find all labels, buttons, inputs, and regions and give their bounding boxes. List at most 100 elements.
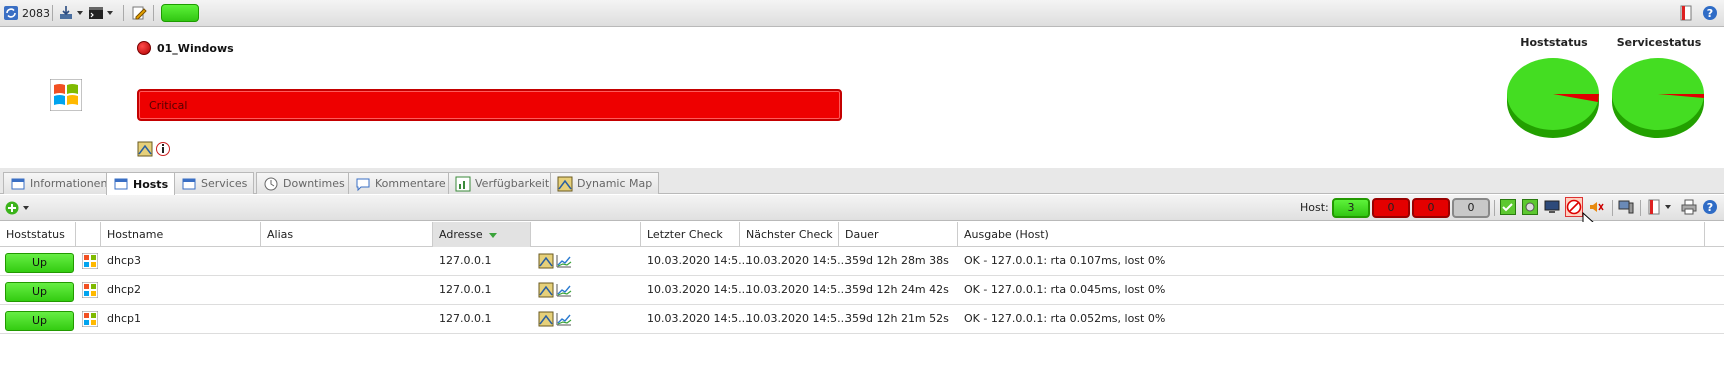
critical-status-dot: [137, 41, 151, 55]
help-button[interactable]: ?: [1702, 4, 1718, 22]
duration-cell: 359d 12h 21m 52s: [845, 312, 949, 325]
tab-services[interactable]: Services: [174, 172, 255, 194]
last-check-cell: 10.03.2020 14:5...: [647, 254, 749, 267]
hostgroup-header: 01_Windows Critical Hoststatus Servicest…: [0, 28, 1724, 168]
col-actions[interactable]: [531, 222, 641, 247]
hostname-cell[interactable]: dhcp2: [107, 283, 141, 296]
host-count-unreachable[interactable]: 0: [1412, 198, 1450, 218]
tab-label: Verfügbarkeit: [475, 177, 550, 190]
windows-logo-icon: [82, 253, 98, 269]
servicestatus-pie: Servicestatus: [1610, 36, 1708, 147]
schedule-check-button[interactable]: [1522, 198, 1538, 216]
table-row[interactable]: Up dhcp3 127.0.0.1 10.03.2020 14:5... 10…: [0, 247, 1724, 276]
table-row[interactable]: Up dhcp1 127.0.0.1 10.03.2020 14:5... 10…: [0, 305, 1724, 334]
last-check-cell: 10.03.2020 14:5...: [647, 283, 749, 296]
col-ausgabe[interactable]: Ausgabe (Host): [958, 222, 1705, 247]
host-count-pending[interactable]: 0: [1452, 198, 1490, 218]
add-icon: [5, 201, 19, 215]
host-status-up-button[interactable]: Up: [5, 253, 74, 273]
tab-label: Dynamic Map: [577, 177, 653, 190]
output-cell: OK - 127.0.0.1: rta 0.045ms, lost 0%: [964, 283, 1166, 296]
col-dauer[interactable]: Dauer: [839, 222, 958, 247]
col-hostname[interactable]: Hostname: [101, 222, 261, 247]
table-icon: [182, 178, 196, 189]
graph-icon[interactable]: [556, 282, 572, 298]
tab-dynamic-map[interactable]: Dynamic Map: [550, 172, 660, 194]
bookmark-icon: [1680, 5, 1692, 21]
graph-icon[interactable]: [556, 253, 572, 269]
host-count-down[interactable]: 0: [1372, 198, 1410, 218]
hostname-cell[interactable]: dhcp3: [107, 254, 141, 267]
tab-label: Downtimes: [283, 177, 345, 190]
output-cell: OK - 127.0.0.1: rta 0.052ms, lost 0%: [964, 312, 1166, 325]
tab-kommentare[interactable]: Kommentare: [348, 172, 453, 194]
help-icon: ?: [1703, 200, 1717, 214]
download-menu-button[interactable]: [58, 4, 83, 22]
tab-label: Informationen: [30, 177, 108, 190]
hostgroup-name: 01_Windows: [157, 42, 234, 55]
next-check-cell: 10.03.2020 14:5...: [746, 254, 848, 267]
host-count-up[interactable]: 3: [1332, 198, 1370, 218]
table-row[interactable]: Up dhcp2 127.0.0.1 10.03.2020 14:5... 10…: [0, 276, 1724, 305]
edit-icon: [132, 6, 147, 20]
address-cell: 127.0.0.1: [439, 312, 492, 325]
terminal-icon: [89, 7, 103, 19]
col-icon[interactable]: [76, 222, 101, 247]
windows-logo-icon: [82, 282, 98, 298]
edit-button[interactable]: [131, 4, 147, 22]
graph-icon[interactable]: [556, 311, 572, 327]
comment-icon: [356, 178, 370, 191]
col-letzter-check[interactable]: Letzter Check: [641, 222, 740, 247]
host-status-up-button[interactable]: Up: [5, 311, 74, 331]
col-alias[interactable]: Alias: [261, 222, 433, 247]
refresh-button[interactable]: 2083: [3, 4, 50, 22]
checkmark-icon: [1500, 199, 1516, 215]
tab-informationen[interactable]: Informationen: [3, 172, 115, 194]
address-cell: 127.0.0.1: [439, 254, 492, 267]
terminal-menu-button[interactable]: [88, 4, 113, 22]
bookmark-button[interactable]: [1678, 4, 1694, 22]
availability-chart-icon: [455, 176, 471, 191]
print-button[interactable]: [1681, 198, 1697, 216]
status-indicator-button[interactable]: [161, 4, 199, 22]
computer-button[interactable]: [1618, 198, 1634, 216]
col-adresse-label: Adresse: [439, 228, 483, 241]
tab-verfuegbarkeit[interactable]: Verfügbarkeit: [448, 172, 557, 194]
table-icon: [114, 178, 128, 190]
map-icon[interactable]: [538, 282, 554, 298]
bookmark-menu-button[interactable]: [1646, 198, 1671, 216]
tab-label: Hosts: [133, 177, 169, 191]
map-icon[interactable]: [538, 311, 554, 327]
refresh-counter: 2083: [22, 6, 50, 20]
col-hoststatus[interactable]: Hoststatus: [0, 222, 76, 247]
sort-desc-icon: [489, 232, 498, 238]
bookmark-icon: [1648, 199, 1660, 215]
host-config-button[interactable]: [1544, 198, 1560, 216]
hoststatus-pie-chart: [1507, 58, 1599, 138]
add-menu-button[interactable]: [4, 199, 29, 217]
hostname-cell[interactable]: dhcp1: [107, 312, 141, 325]
map-icon[interactable]: [538, 253, 554, 269]
next-check-cell: 10.03.2020 14:5...: [746, 283, 848, 296]
windows-logo-icon: [50, 79, 82, 111]
col-adresse[interactable]: Adresse: [433, 222, 531, 247]
tab-hosts[interactable]: Hosts: [106, 172, 176, 195]
hoststatus-pie: Hoststatus: [1505, 36, 1603, 147]
top-toolbar: 2083 ?: [0, 0, 1724, 27]
duration-cell: 359d 12h 28m 38s: [845, 254, 949, 267]
host-status-up-button[interactable]: Up: [5, 282, 74, 302]
info-icon[interactable]: [155, 141, 171, 157]
tab-downtimes[interactable]: Downtimes: [256, 172, 352, 194]
svg-text:?: ?: [1707, 7, 1713, 20]
print-icon: [1681, 199, 1697, 215]
tab-label: Kommentare: [375, 177, 446, 190]
no-entry-icon: [1566, 199, 1582, 215]
help-button-2[interactable]: ?: [1702, 198, 1718, 216]
map-icon[interactable]: [137, 141, 153, 157]
col-naechster-check[interactable]: Nächster Check: [740, 222, 839, 247]
tab-label: Services: [201, 177, 248, 190]
disable-notifications-button[interactable]: [1565, 197, 1583, 217]
last-check-cell: 10.03.2020 14:5...: [647, 312, 749, 325]
acknowledge-button[interactable]: [1500, 198, 1516, 216]
tab-bar: Informationen Hosts Services Downtimes K…: [0, 168, 1724, 195]
